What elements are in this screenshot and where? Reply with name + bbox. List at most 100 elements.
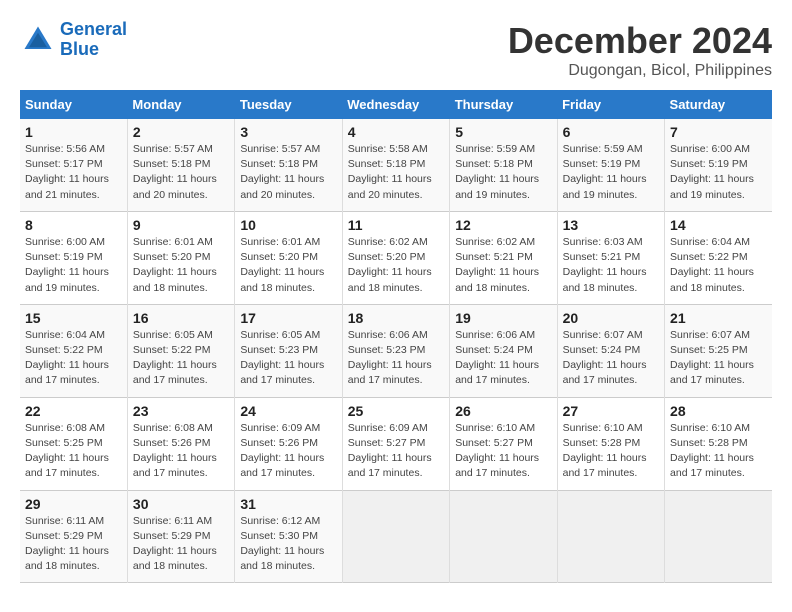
calendar-cell: 2 Sunrise: 5:57 AM Sunset: 5:18 PM Daylig… [127, 119, 234, 211]
day-number: 8 [25, 217, 122, 233]
day-info: Sunrise: 6:02 AM Sunset: 5:20 PM Dayligh… [348, 235, 444, 296]
day-number: 9 [133, 217, 229, 233]
day-number: 21 [670, 310, 767, 326]
calendar-cell [342, 490, 449, 583]
day-info: Sunrise: 6:07 AM Sunset: 5:25 PM Dayligh… [670, 328, 767, 389]
day-number: 23 [133, 403, 229, 419]
calendar-cell: 29 Sunrise: 6:11 AM Sunset: 5:29 PM Dayli… [20, 490, 127, 583]
calendar-cell: 30 Sunrise: 6:11 AM Sunset: 5:29 PM Dayli… [127, 490, 234, 583]
calendar-week-row: 8 Sunrise: 6:00 AM Sunset: 5:19 PM Daylig… [20, 211, 772, 304]
calendar-cell: 8 Sunrise: 6:00 AM Sunset: 5:19 PM Daylig… [20, 211, 127, 304]
calendar-cell [450, 490, 557, 583]
day-info: Sunrise: 6:07 AM Sunset: 5:24 PM Dayligh… [563, 328, 659, 389]
calendar-cell: 1 Sunrise: 5:56 AM Sunset: 5:17 PM Daylig… [20, 119, 127, 211]
day-number: 18 [348, 310, 444, 326]
day-info: Sunrise: 6:08 AM Sunset: 5:26 PM Dayligh… [133, 421, 229, 482]
calendar-cell: 11 Sunrise: 6:02 AM Sunset: 5:20 PM Dayli… [342, 211, 449, 304]
day-info: Sunrise: 5:58 AM Sunset: 5:18 PM Dayligh… [348, 142, 444, 203]
day-info: Sunrise: 6:06 AM Sunset: 5:24 PM Dayligh… [455, 328, 551, 389]
calendar-cell: 12Sunrise: 6:02 AM Sunset: 5:21 PM Dayli… [450, 211, 557, 304]
day-info: Sunrise: 6:04 AM Sunset: 5:22 PM Dayligh… [670, 235, 767, 296]
day-info: Sunrise: 6:03 AM Sunset: 5:21 PM Dayligh… [563, 235, 659, 296]
day-number: 27 [563, 403, 659, 419]
logo: General Blue [20, 20, 127, 60]
calendar-cell: 28Sunrise: 6:10 AM Sunset: 5:28 PM Dayli… [665, 397, 772, 490]
header-sunday: Sunday [20, 90, 127, 119]
day-number: 25 [348, 403, 444, 419]
day-number: 2 [133, 124, 229, 140]
header-thursday: Thursday [450, 90, 557, 119]
day-info: Sunrise: 5:59 AM Sunset: 5:19 PM Dayligh… [563, 142, 659, 203]
day-info: Sunrise: 6:00 AM Sunset: 5:19 PM Dayligh… [670, 142, 767, 203]
header-wednesday: Wednesday [342, 90, 449, 119]
day-number: 6 [563, 124, 659, 140]
header-saturday: Saturday [665, 90, 772, 119]
calendar-cell [665, 490, 772, 583]
day-number: 7 [670, 124, 767, 140]
day-info: Sunrise: 6:12 AM Sunset: 5:30 PM Dayligh… [240, 514, 336, 575]
calendar-cell: 6 Sunrise: 5:59 AM Sunset: 5:19 PM Daylig… [557, 119, 664, 211]
day-info: Sunrise: 6:11 AM Sunset: 5:29 PM Dayligh… [25, 514, 122, 575]
day-number: 10 [240, 217, 336, 233]
day-number: 15 [25, 310, 122, 326]
day-number: 14 [670, 217, 767, 233]
month-title: December 2024 [508, 20, 772, 62]
calendar-cell: 24Sunrise: 6:09 AM Sunset: 5:26 PM Dayli… [235, 397, 342, 490]
day-info: Sunrise: 6:10 AM Sunset: 5:28 PM Dayligh… [670, 421, 767, 482]
day-number: 22 [25, 403, 122, 419]
day-number: 4 [348, 124, 444, 140]
calendar-cell: 26Sunrise: 6:10 AM Sunset: 5:27 PM Dayli… [450, 397, 557, 490]
calendar-cell: 20Sunrise: 6:07 AM Sunset: 5:24 PM Dayli… [557, 304, 664, 397]
day-number: 1 [25, 124, 122, 140]
logo-icon [20, 22, 56, 58]
calendar-week-row: 1 Sunrise: 5:56 AM Sunset: 5:17 PM Daylig… [20, 119, 772, 211]
calendar-table: Sunday Monday Tuesday Wednesday Thursday… [20, 90, 772, 583]
day-number: 11 [348, 217, 444, 233]
header-monday: Monday [127, 90, 234, 119]
calendar-cell: 3Sunrise: 5:57 AM Sunset: 5:18 PM Daylig… [235, 119, 342, 211]
calendar-cell: 25 Sunrise: 6:09 AM Sunset: 5:27 PM Dayli… [342, 397, 449, 490]
day-number: 24 [240, 403, 336, 419]
day-info: Sunrise: 6:10 AM Sunset: 5:28 PM Dayligh… [563, 421, 659, 482]
calendar-cell: 21 Sunrise: 6:07 AM Sunset: 5:25 PM Dayli… [665, 304, 772, 397]
location-subtitle: Dugongan, Bicol, Philippines [508, 62, 772, 80]
calendar-cell: 27 Sunrise: 6:10 AM Sunset: 5:28 PM Dayli… [557, 397, 664, 490]
day-info: Sunrise: 6:05 AM Sunset: 5:22 PM Dayligh… [133, 328, 229, 389]
calendar-cell: 13Sunrise: 6:03 AM Sunset: 5:21 PM Dayli… [557, 211, 664, 304]
calendar-cell [557, 490, 664, 583]
day-info: Sunrise: 5:59 AM Sunset: 5:18 PM Dayligh… [455, 142, 551, 203]
calendar-cell: 10Sunrise: 6:01 AM Sunset: 5:20 PM Dayli… [235, 211, 342, 304]
calendar-cell: 23 Sunrise: 6:08 AM Sunset: 5:26 PM Dayli… [127, 397, 234, 490]
day-number: 30 [133, 496, 229, 512]
calendar-week-row: 15Sunrise: 6:04 AM Sunset: 5:22 PM Dayli… [20, 304, 772, 397]
day-info: Sunrise: 6:08 AM Sunset: 5:25 PM Dayligh… [25, 421, 122, 482]
day-info: Sunrise: 5:56 AM Sunset: 5:17 PM Dayligh… [25, 142, 122, 203]
day-number: 16 [133, 310, 229, 326]
day-info: Sunrise: 6:01 AM Sunset: 5:20 PM Dayligh… [133, 235, 229, 296]
day-number: 3 [240, 124, 336, 140]
day-info: Sunrise: 6:09 AM Sunset: 5:27 PM Dayligh… [348, 421, 444, 482]
calendar-cell: 5 Sunrise: 5:59 AM Sunset: 5:18 PM Daylig… [450, 119, 557, 211]
calendar-cell: 7 Sunrise: 6:00 AM Sunset: 5:19 PM Daylig… [665, 119, 772, 211]
day-number: 31 [240, 496, 336, 512]
day-number: 5 [455, 124, 551, 140]
day-number: 29 [25, 496, 122, 512]
calendar-cell: 31 Sunrise: 6:12 AM Sunset: 5:30 PM Dayli… [235, 490, 342, 583]
weekday-header-row: Sunday Monday Tuesday Wednesday Thursday… [20, 90, 772, 119]
day-number: 19 [455, 310, 551, 326]
calendar-cell: 18 Sunrise: 6:06 AM Sunset: 5:23 PM Dayli… [342, 304, 449, 397]
day-number: 12 [455, 217, 551, 233]
calendar-cell: 15Sunrise: 6:04 AM Sunset: 5:22 PM Dayli… [20, 304, 127, 397]
calendar-cell: 14 Sunrise: 6:04 AM Sunset: 5:22 PM Dayli… [665, 211, 772, 304]
day-info: Sunrise: 6:11 AM Sunset: 5:29 PM Dayligh… [133, 514, 229, 575]
day-info: Sunrise: 6:06 AM Sunset: 5:23 PM Dayligh… [348, 328, 444, 389]
day-info: Sunrise: 6:00 AM Sunset: 5:19 PM Dayligh… [25, 235, 122, 296]
day-info: Sunrise: 5:57 AM Sunset: 5:18 PM Dayligh… [133, 142, 229, 203]
day-number: 26 [455, 403, 551, 419]
calendar-cell: 16 Sunrise: 6:05 AM Sunset: 5:22 PM Dayli… [127, 304, 234, 397]
day-number: 17 [240, 310, 336, 326]
title-block: December 2024 Dugongan, Bicol, Philippin… [508, 20, 772, 80]
day-info: Sunrise: 6:05 AM Sunset: 5:23 PM Dayligh… [240, 328, 336, 389]
header-friday: Friday [557, 90, 664, 119]
calendar-cell: 19 Sunrise: 6:06 AM Sunset: 5:24 PM Dayli… [450, 304, 557, 397]
